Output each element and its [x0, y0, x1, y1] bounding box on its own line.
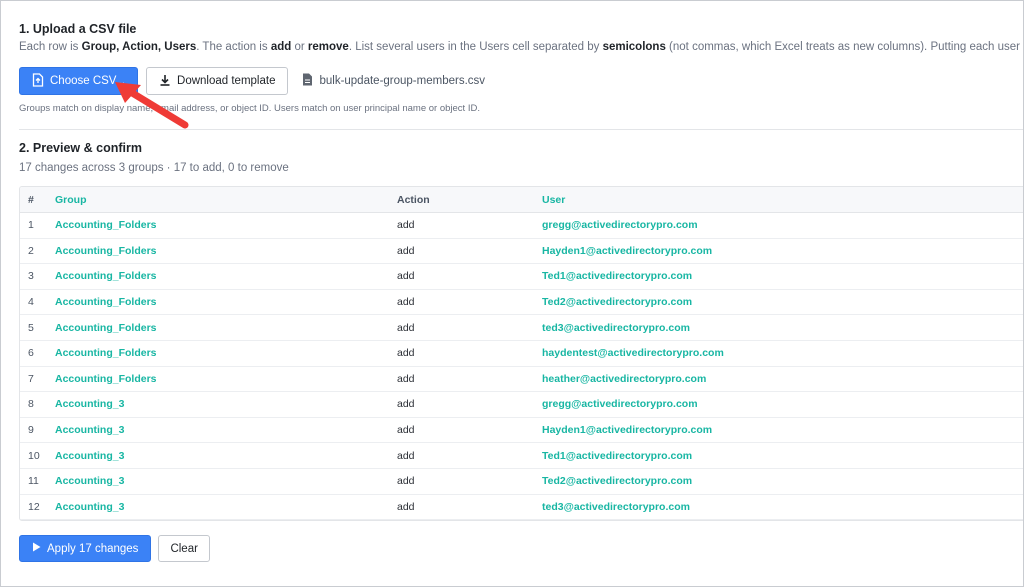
- row-number: 1: [28, 219, 34, 232]
- table-row: 10 Accounting_3 add Ted1@activedirectorypro…: [20, 443, 1023, 469]
- table-row: 2 Accounting_Folders add Hayden1@activedire…: [20, 239, 1023, 265]
- clear-button[interactable]: Clear: [158, 535, 210, 562]
- preview-summary: 17 changes across 3 groups · 17 to add, …: [19, 162, 289, 174]
- group-link[interactable]: Accounting_Folders: [55, 213, 157, 238]
- user-link[interactable]: Hayden1@activedirectorypro.com: [542, 239, 712, 264]
- desc-add: add: [270, 41, 292, 53]
- upload-section-title: 1. Upload a CSV file: [19, 22, 137, 36]
- row-number: 2: [28, 244, 34, 257]
- desc-text: or: [291, 41, 308, 53]
- action-cell: add: [397, 372, 415, 385]
- apply-changes-button[interactable]: Apply 17 changes: [19, 535, 152, 562]
- app-frame: 1. Upload a CSV file Each row is Group, …: [0, 0, 1024, 587]
- action-cell: add: [397, 270, 415, 283]
- user-link[interactable]: heather@activedirectorypro.com: [542, 367, 706, 392]
- footer-actions: Apply 17 changes Clear: [19, 535, 210, 562]
- table-row: 1 Accounting_Folders add gregg@activedirect…: [20, 213, 1023, 239]
- table-row: 4 Accounting_Folders add Ted2@activedirecto…: [20, 290, 1023, 316]
- table-row: 12 Accounting_3 add ted3@activedirectorypro…: [20, 495, 1023, 520]
- action-cell: add: [397, 449, 415, 462]
- column-header-number: #: [28, 193, 34, 206]
- preview-section-title: 2. Preview & confirm: [19, 141, 142, 155]
- row-number: 11: [28, 475, 39, 488]
- group-link[interactable]: Accounting_Folders: [55, 264, 157, 289]
- table-body: 1 Accounting_Folders add gregg@activedirect…: [20, 213, 1023, 520]
- group-link[interactable]: Accounting_Folders: [55, 239, 157, 264]
- group-link[interactable]: Accounting_3: [55, 418, 124, 443]
- group-link[interactable]: Accounting_Folders: [55, 367, 157, 392]
- row-number: 12: [28, 500, 40, 513]
- file-upload-icon: [32, 72, 44, 90]
- desc-text: (not commas, which Excel treats as new c…: [669, 41, 1023, 53]
- selected-file: bulk-update-group-members.csv: [302, 73, 485, 89]
- matching-hint: Groups match on display name, email addr…: [19, 103, 480, 114]
- user-link[interactable]: ted3@activedirectorypro.com: [542, 315, 690, 340]
- annotation-arrow-icon: [115, 82, 189, 129]
- upload-button-row: Choose CSV... Download template bulk-upd…: [19, 67, 485, 95]
- row-number: 9: [28, 424, 34, 437]
- preview-table: # Group Action User 1 Accounting_Folders a…: [19, 186, 1023, 521]
- row-number: 3: [28, 270, 34, 283]
- row-number: 6: [28, 347, 34, 360]
- desc-columns: Group, Action, Users: [81, 41, 197, 53]
- action-cell: add: [397, 244, 415, 257]
- action-cell: add: [397, 398, 415, 411]
- apply-changes-label: Apply 17 changes: [47, 542, 139, 555]
- row-number: 5: [28, 321, 34, 334]
- file-name-text: bulk-update-group-members.csv: [319, 75, 486, 87]
- group-link[interactable]: Accounting_Folders: [55, 315, 157, 340]
- action-cell: add: [397, 475, 415, 488]
- group-link[interactable]: Accounting_Folders: [55, 341, 157, 366]
- user-link[interactable]: gregg@activedirectorypro.com: [542, 213, 698, 238]
- table-row: 3 Accounting_Folders add Ted1@activedirecto…: [20, 264, 1023, 290]
- action-cell: add: [397, 500, 415, 513]
- row-number: 8: [28, 398, 34, 411]
- action-cell: add: [397, 321, 415, 334]
- group-link[interactable]: Accounting_Folders: [55, 290, 157, 315]
- table-row: 5 Accounting_Folders add ted3@activedirecto…: [20, 315, 1023, 341]
- row-number: 10: [28, 449, 40, 462]
- desc-text: . List several users in the Users cell s…: [348, 41, 603, 53]
- user-link[interactable]: ted3@activedirectorypro.com: [542, 495, 690, 520]
- table-row: 6 Accounting_Folders add haydentest@actived…: [20, 341, 1023, 367]
- group-link[interactable]: Accounting_3: [55, 443, 124, 468]
- table-row: 8 Accounting_3 add gregg@activedirectorypro…: [20, 392, 1023, 418]
- action-cell: add: [397, 296, 415, 309]
- table-row: 7 Accounting_Folders add heather@activedire…: [20, 367, 1023, 393]
- desc-text: . The action is: [196, 41, 271, 53]
- action-cell: add: [397, 347, 415, 360]
- download-template-label: Download template: [177, 75, 276, 87]
- user-link[interactable]: haydentest@activedirectorypro.com: [542, 341, 724, 366]
- document-icon: [302, 73, 313, 89]
- upload-description: Each row is Group, Action, Users. The ac…: [19, 41, 1023, 53]
- group-link[interactable]: Accounting_3: [55, 469, 124, 494]
- user-link[interactable]: Hayden1@activedirectorypro.com: [542, 418, 712, 443]
- action-cell: add: [397, 219, 415, 232]
- user-link[interactable]: Ted2@activedirectorypro.com: [542, 290, 692, 315]
- table-row: 9 Accounting_3 add Hayden1@activedirectoryp…: [20, 418, 1023, 444]
- desc-remove: remove: [307, 41, 349, 53]
- table-header: # Group Action User: [20, 187, 1023, 213]
- play-icon: [32, 542, 41, 555]
- user-link[interactable]: Ted1@activedirectorypro.com: [542, 264, 692, 289]
- row-number: 4: [28, 296, 34, 309]
- column-header-action: Action: [397, 193, 430, 206]
- user-link[interactable]: Ted1@activedirectorypro.com: [542, 443, 692, 468]
- group-link[interactable]: Accounting_3: [55, 392, 124, 417]
- desc-semicolons: semicolons: [602, 41, 666, 53]
- column-header-group[interactable]: Group: [55, 187, 87, 212]
- desc-text: Each row is: [19, 41, 82, 53]
- group-link[interactable]: Accounting_3: [55, 495, 124, 520]
- action-cell: add: [397, 424, 415, 437]
- user-link[interactable]: gregg@activedirectorypro.com: [542, 392, 698, 417]
- row-number: 7: [28, 372, 34, 385]
- column-header-user[interactable]: User: [542, 187, 565, 212]
- table-row: 11 Accounting_3 add Ted2@activedirectorypro…: [20, 469, 1023, 495]
- user-link[interactable]: Ted2@activedirectorypro.com: [542, 469, 692, 494]
